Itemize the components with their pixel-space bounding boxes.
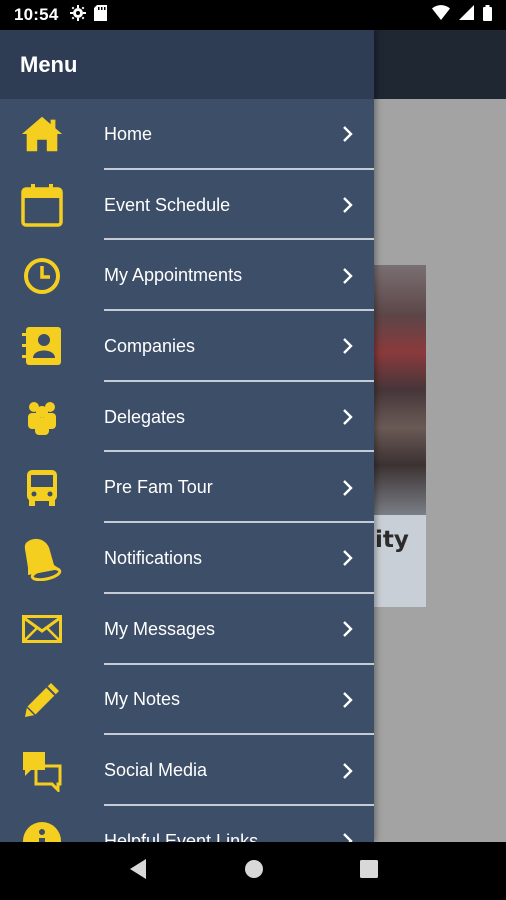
contact-book-icon bbox=[20, 324, 64, 368]
menu-item-companies[interactable]: Companies bbox=[0, 311, 374, 382]
chat-bubbles-icon bbox=[20, 749, 64, 793]
chevron-right-icon bbox=[343, 338, 353, 355]
chevron-right-icon bbox=[343, 691, 353, 708]
calendar-icon bbox=[20, 183, 64, 227]
menu-item-label: My Appointments bbox=[104, 265, 243, 286]
menu-item-label: Notifications bbox=[104, 547, 203, 568]
chevron-right-icon bbox=[343, 126, 353, 143]
recents-icon[interactable] bbox=[360, 859, 378, 883]
menu-item-my-messages[interactable]: My Messages bbox=[0, 594, 374, 665]
pencil-icon bbox=[20, 678, 64, 722]
chevron-right-icon bbox=[343, 621, 353, 638]
people-icon bbox=[20, 395, 64, 439]
drawer-header: Menu bbox=[0, 30, 374, 99]
home-button-icon[interactable] bbox=[244, 859, 264, 884]
screen: 10:54 ity Menu Home Event Schedule My Ap… bbox=[0, 0, 506, 900]
menu-item-label: Companies bbox=[104, 335, 196, 356]
menu-item-label: My Messages bbox=[104, 618, 216, 639]
menu-item-label: Home bbox=[104, 123, 153, 144]
menu-item-label: Helpful Event Links bbox=[104, 830, 259, 842]
status-bar: 10:54 bbox=[0, 0, 506, 30]
menu-item-label: Pre Fam Tour bbox=[104, 477, 213, 498]
menu-item-event-schedule[interactable]: Event Schedule bbox=[0, 170, 374, 241]
chevron-right-icon bbox=[343, 833, 353, 842]
bus-icon bbox=[20, 466, 64, 510]
menu-item-my-notes[interactable]: My Notes bbox=[0, 665, 374, 736]
menu-item-my-appointments[interactable]: My Appointments bbox=[0, 240, 374, 312]
clock-icon bbox=[20, 254, 64, 298]
sd-card-icon bbox=[94, 4, 108, 26]
menu-item-pre-fam-tour[interactable]: Pre Fam Tour bbox=[0, 452, 374, 524]
back-icon[interactable] bbox=[128, 858, 148, 885]
chevron-right-icon bbox=[343, 762, 353, 779]
menu-item-home[interactable]: Home bbox=[0, 99, 374, 170]
menu-item-helpful-event-links[interactable]: Helpful Event Links bbox=[0, 806, 374, 842]
menu-item-label: Social Media bbox=[104, 760, 208, 781]
chevron-right-icon bbox=[343, 479, 353, 496]
bell-icon bbox=[20, 536, 64, 582]
menu-item-label: My Notes bbox=[104, 689, 181, 710]
chevron-right-icon bbox=[343, 267, 353, 284]
menu-list: Home Event Schedule My Appointments Comp… bbox=[0, 99, 374, 842]
menu-item-delegates[interactable]: Delegates bbox=[0, 382, 374, 453]
chevron-right-icon bbox=[343, 550, 353, 567]
wifi-icon bbox=[432, 5, 450, 25]
chevron-right-icon bbox=[343, 197, 353, 213]
signal-icon bbox=[459, 5, 474, 25]
background-banner-image: ity bbox=[373, 265, 426, 607]
banner-text: ity bbox=[375, 527, 409, 553]
battery-icon bbox=[483, 4, 492, 26]
navigation-drawer: Menu Home Event Schedule My Appointments… bbox=[0, 30, 374, 842]
menu-item-label: Event Schedule bbox=[104, 194, 231, 215]
home-icon bbox=[20, 112, 64, 156]
settings-gear-icon bbox=[70, 4, 87, 26]
menu-item-notifications[interactable]: Notifications bbox=[0, 523, 374, 594]
menu-item-label: Delegates bbox=[104, 406, 186, 427]
envelope-icon bbox=[20, 607, 64, 651]
menu-item-social-media[interactable]: Social Media bbox=[0, 735, 374, 806]
chevron-right-icon bbox=[343, 409, 353, 425]
info-icon bbox=[20, 819, 64, 842]
system-nav-bar bbox=[0, 842, 506, 900]
status-time: 10:54 bbox=[14, 5, 59, 24]
drawer-title: Menu bbox=[20, 51, 78, 77]
